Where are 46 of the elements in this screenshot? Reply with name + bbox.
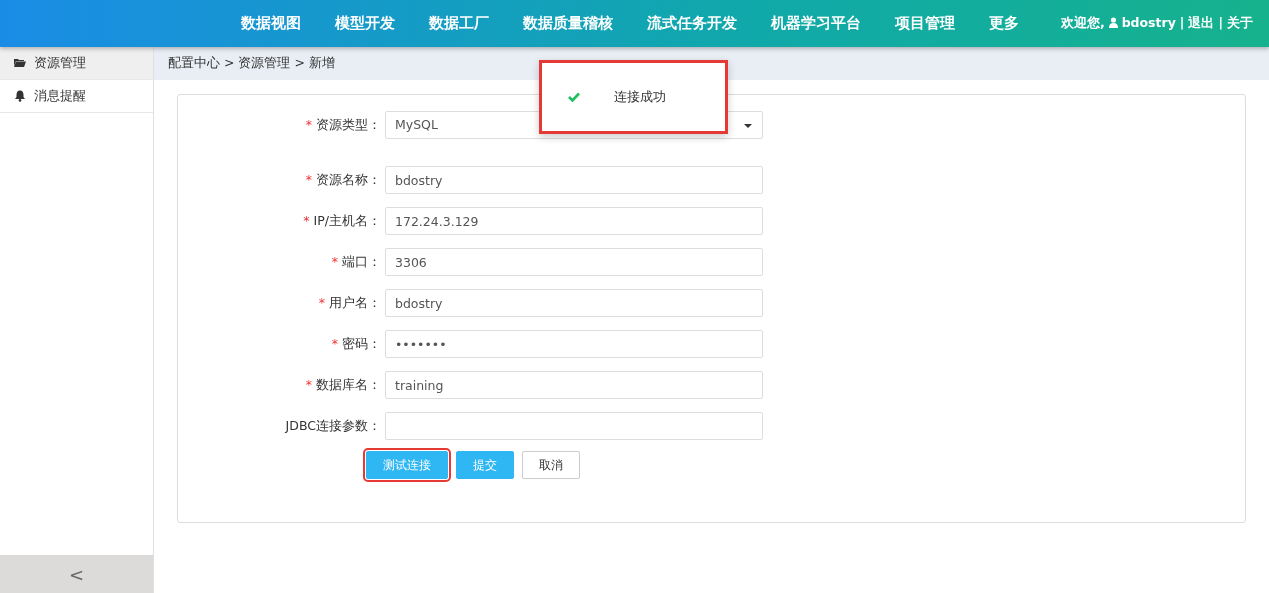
- breadcrumb-item: 新增: [308, 54, 335, 73]
- nav-link-item[interactable]: 更多: [972, 12, 1036, 35]
- header-link[interactable]: 退出: [1188, 14, 1215, 33]
- nav-link-item[interactable]: 机器学习平台: [754, 12, 878, 35]
- field-label: * 资源类型：: [304, 115, 382, 134]
- separator-text: |: [1179, 14, 1185, 33]
- input-field[interactable]: [385, 412, 763, 440]
- toast-text: 连接成功: [614, 88, 666, 107]
- breadcrumb-item[interactable]: 配置中心: [168, 54, 220, 73]
- sidebar-item[interactable]: 消息提醒: [0, 80, 153, 113]
- nav-link-item[interactable]: 数据工厂: [412, 12, 506, 35]
- field-label: * 密码：: [330, 334, 382, 353]
- nav-link-item[interactable]: 数据视图: [224, 12, 318, 35]
- nav-link-item[interactable]: 模型开发: [318, 12, 412, 35]
- field-label: * 数据库名：: [304, 375, 382, 394]
- separator-text: |: [1218, 14, 1223, 33]
- nav-link-item[interactable]: 项目管理: [878, 12, 972, 35]
- field-label: * 资源名称：: [304, 170, 382, 189]
- nav-link-item[interactable]: 数据质量稽核: [506, 12, 630, 35]
- user-icon: [1108, 17, 1118, 29]
- input-field[interactable]: 172.24.3.129: [385, 207, 763, 235]
- input-field[interactable]: bdostry: [385, 166, 763, 194]
- breadcrumb-item[interactable]: 资源管理: [238, 54, 291, 73]
- field-label: * 端口：: [330, 252, 382, 271]
- input-field[interactable]: 3306: [385, 248, 763, 276]
- greeting-text: 欢迎您,: [1060, 14, 1105, 33]
- field-label: * 用户名：: [317, 293, 382, 312]
- username-text: bdostry: [1121, 14, 1176, 33]
- sidebar-item[interactable]: 资源管理: [0, 47, 153, 80]
- form-button[interactable]: 提交: [456, 451, 514, 479]
- form-button[interactable]: 取消: [522, 451, 580, 479]
- caret-icon: [744, 124, 752, 128]
- nav-link-item[interactable]: 流式任务开发: [630, 12, 754, 35]
- field-label: * IP/主机名：: [302, 211, 382, 230]
- check-icon: [568, 92, 580, 102]
- form-button[interactable]: 测试连接: [366, 451, 448, 479]
- field-label: JDBC连接参数：: [284, 416, 382, 435]
- input-field[interactable]: •••••••: [385, 330, 763, 358]
- breadcrumb-separator: >: [294, 54, 305, 73]
- collapse-button[interactable]: <: [0, 555, 153, 593]
- bell-icon: [14, 90, 26, 102]
- input-field[interactable]: bdostry: [385, 289, 763, 317]
- header-link[interactable]: 关于: [1227, 14, 1253, 33]
- folder-icon: [14, 57, 26, 69]
- input-field[interactable]: training: [385, 371, 763, 399]
- breadcrumb-separator: >: [224, 54, 235, 73]
